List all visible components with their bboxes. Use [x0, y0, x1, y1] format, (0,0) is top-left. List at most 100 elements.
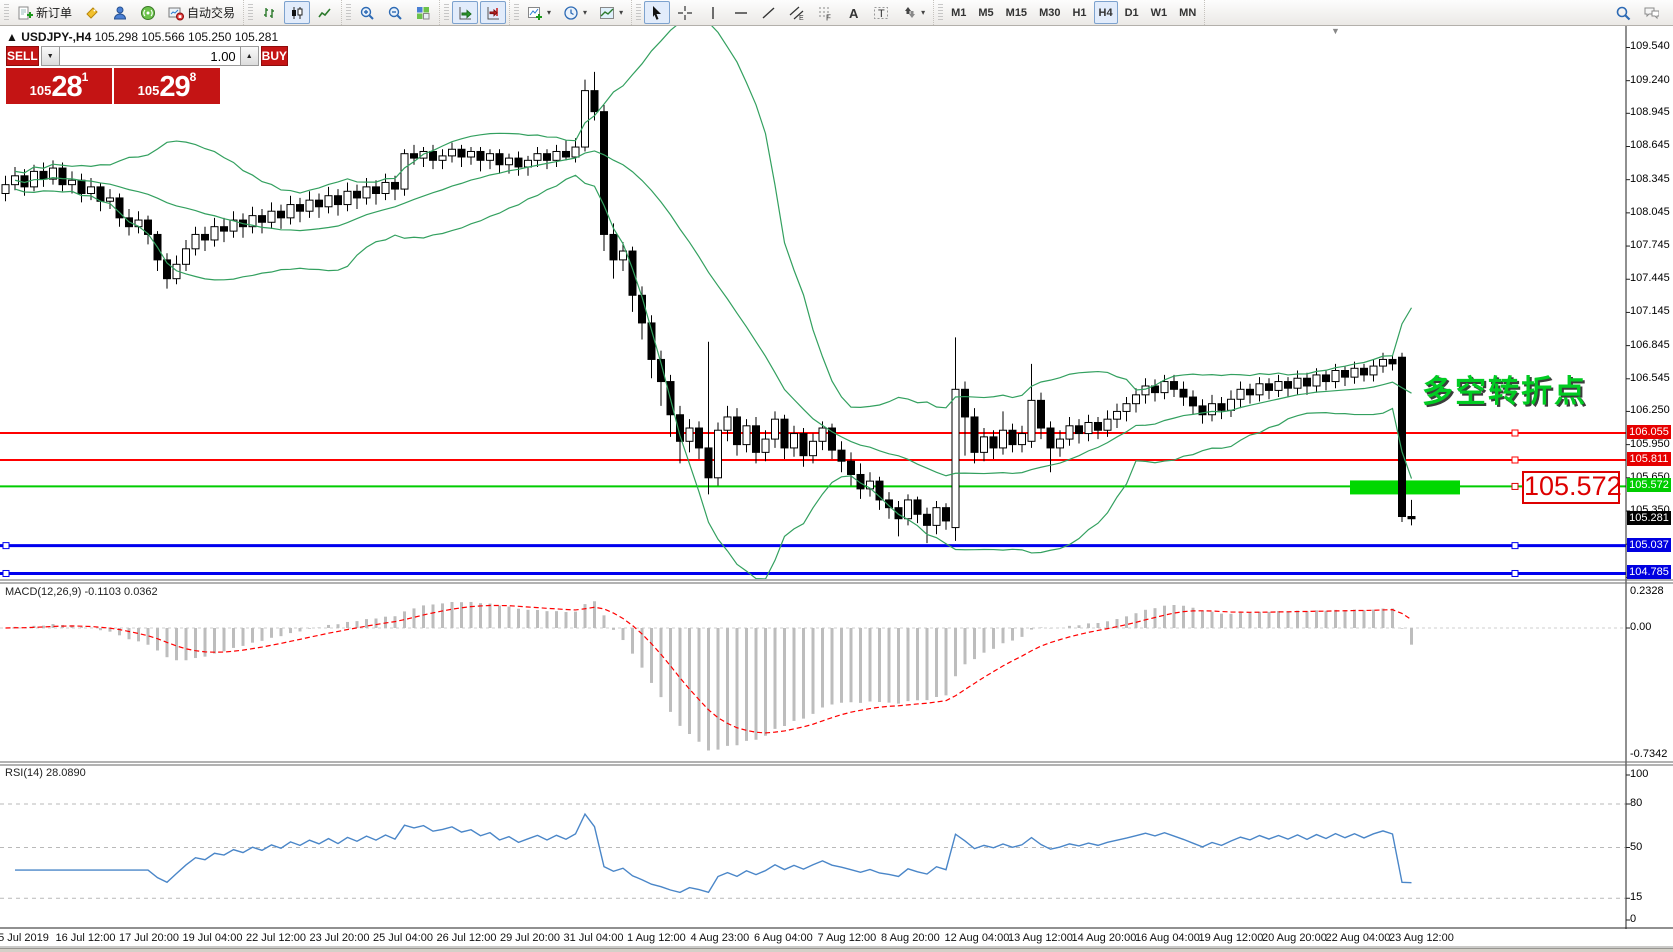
- bull-candle: [819, 428, 826, 441]
- tf-m15-button[interactable]: M15: [1001, 1, 1032, 24]
- chat-button[interactable]: [1638, 1, 1664, 24]
- toolbar-grip[interactable]: [248, 4, 253, 22]
- bear-candle: [1009, 430, 1016, 444]
- buy-button[interactable]: BUY: [261, 46, 288, 66]
- templates-button[interactable]: ▾: [594, 1, 628, 24]
- line-handle[interactable]: [1512, 483, 1518, 489]
- periods-button[interactable]: ▾: [558, 1, 592, 24]
- community-button[interactable]: [107, 1, 133, 24]
- time-axis-label: 20 Aug 20:00: [1262, 932, 1327, 944]
- volume-decrease-button[interactable]: ▼: [41, 46, 60, 66]
- bear-candle: [610, 234, 617, 259]
- volume-input[interactable]: [60, 46, 240, 66]
- time-axis-label: 26 Jul 12:00: [437, 932, 497, 944]
- bull-candle: [287, 205, 294, 218]
- candlestick-button[interactable]: [284, 1, 310, 24]
- buy-price-big: 29: [159, 72, 189, 102]
- chart-shift-button[interactable]: [480, 1, 506, 24]
- bull-candle: [183, 249, 190, 264]
- new-order-button[interactable]: 新订单: [12, 1, 77, 24]
- bull-candle: [1019, 434, 1026, 445]
- tf-d1-button[interactable]: D1: [1120, 1, 1144, 24]
- tf-h1-button[interactable]: H1: [1067, 1, 1091, 24]
- bear-candle: [1190, 397, 1197, 406]
- toolbar-grip[interactable]: [636, 4, 641, 22]
- price-axis-tick-label: 108.645: [1630, 139, 1673, 151]
- crosshair-button[interactable]: [672, 1, 698, 24]
- bear-candle: [629, 251, 636, 295]
- trendline-button[interactable]: [756, 1, 782, 24]
- bear-candle: [753, 426, 760, 453]
- dropdown-caret-icon[interactable]: ▾: [583, 8, 587, 17]
- tf-w1-button[interactable]: W1: [1146, 1, 1173, 24]
- line-handle[interactable]: [1512, 543, 1518, 549]
- bull-candle: [69, 180, 76, 184]
- time-axis-label: 13 Aug 12:00: [1008, 932, 1073, 944]
- bear-candle: [1342, 370, 1349, 377]
- autotrade-icon: [168, 5, 184, 21]
- text-button[interactable]: A: [840, 1, 866, 24]
- line-handle[interactable]: [1512, 570, 1518, 576]
- tf-m30-button[interactable]: M30: [1034, 1, 1065, 24]
- tf-mn-button[interactable]: MN: [1174, 1, 1201, 24]
- signals-button[interactable]: [135, 1, 161, 24]
- chart-shift-marker-icon[interactable]: ▼: [1331, 26, 1340, 36]
- dropdown-caret-icon[interactable]: ▾: [921, 8, 925, 17]
- price-tag-label: 106.055: [1627, 425, 1671, 439]
- main-price-pane[interactable]: [0, 21, 1626, 579]
- horizontal-line-button[interactable]: [728, 1, 754, 24]
- candlestick-icon: [289, 5, 305, 21]
- toolbar-grip[interactable]: [514, 4, 519, 22]
- cursor-button[interactable]: [644, 1, 670, 24]
- buy-price-box[interactable]: 105 29 8: [114, 68, 220, 104]
- tf-m1-button[interactable]: M1: [946, 1, 971, 24]
- auto-scroll-button[interactable]: [452, 1, 478, 24]
- zoom-in-button[interactable]: [354, 1, 380, 24]
- collapse-arrow-icon[interactable]: ▲: [6, 30, 18, 44]
- sell-button[interactable]: SELL: [6, 46, 39, 66]
- vertical-line-button[interactable]: [700, 1, 726, 24]
- bull-candle: [1380, 359, 1387, 366]
- line-handle[interactable]: [3, 543, 9, 549]
- price-axis-tick-label: 106.250: [1630, 404, 1673, 416]
- text-label-button[interactable]: T: [868, 1, 894, 24]
- trend-annotation-text[interactable]: 多空转折点: [1422, 366, 1587, 411]
- tf-m5-button-label: M5: [978, 7, 993, 19]
- arrows-button[interactable]: ▾: [896, 1, 930, 24]
- toolbar-grip[interactable]: [346, 4, 351, 22]
- tf-m5-button[interactable]: M5: [973, 1, 998, 24]
- bull-candle: [382, 182, 389, 193]
- fibonacci-button[interactable]: F: [812, 1, 838, 24]
- bull-candle: [1294, 378, 1301, 388]
- toolbar-grip[interactable]: [938, 4, 943, 22]
- chart-canvas[interactable]: [0, 0, 1673, 952]
- bar-chart-button[interactable]: [256, 1, 282, 24]
- line-chart-button[interactable]: [312, 1, 338, 24]
- bear-candle: [962, 389, 969, 417]
- toolbar-grip[interactable]: [4, 4, 9, 22]
- rsi-pane[interactable]: [0, 804, 1626, 898]
- dropdown-caret-icon[interactable]: ▾: [619, 8, 623, 17]
- channel-button[interactable]: E: [784, 1, 810, 24]
- macd-pane[interactable]: [0, 601, 1626, 750]
- zoom-out-button[interactable]: [382, 1, 408, 24]
- search-button[interactable]: [1610, 1, 1636, 24]
- volume-increase-button[interactable]: ▲: [240, 46, 259, 66]
- auto-trading-button[interactable]: 自动交易: [163, 1, 240, 24]
- dropdown-caret-icon[interactable]: ▾: [547, 8, 551, 17]
- line-handle[interactable]: [3, 570, 9, 576]
- bull-candle: [933, 508, 940, 526]
- price-callout-label[interactable]: 105.572: [1522, 471, 1620, 504]
- market-watch-button[interactable]: [79, 1, 105, 24]
- price-tag-label: 105.811: [1627, 452, 1671, 466]
- zoom-in-icon: [359, 5, 375, 21]
- line-handle[interactable]: [1512, 430, 1518, 436]
- toolbar-grip[interactable]: [444, 4, 449, 22]
- line-handle[interactable]: [1512, 457, 1518, 463]
- tf-h4-button[interactable]: H4: [1094, 1, 1118, 24]
- indicators-button[interactable]: ▾: [522, 1, 556, 24]
- time-axis-label: 23 Jul 20:00: [310, 932, 370, 944]
- sell-price-box[interactable]: 105 28 1: [6, 68, 112, 104]
- tile-windows-button[interactable]: [410, 1, 436, 24]
- tf-m15-button-label: M15: [1006, 7, 1027, 19]
